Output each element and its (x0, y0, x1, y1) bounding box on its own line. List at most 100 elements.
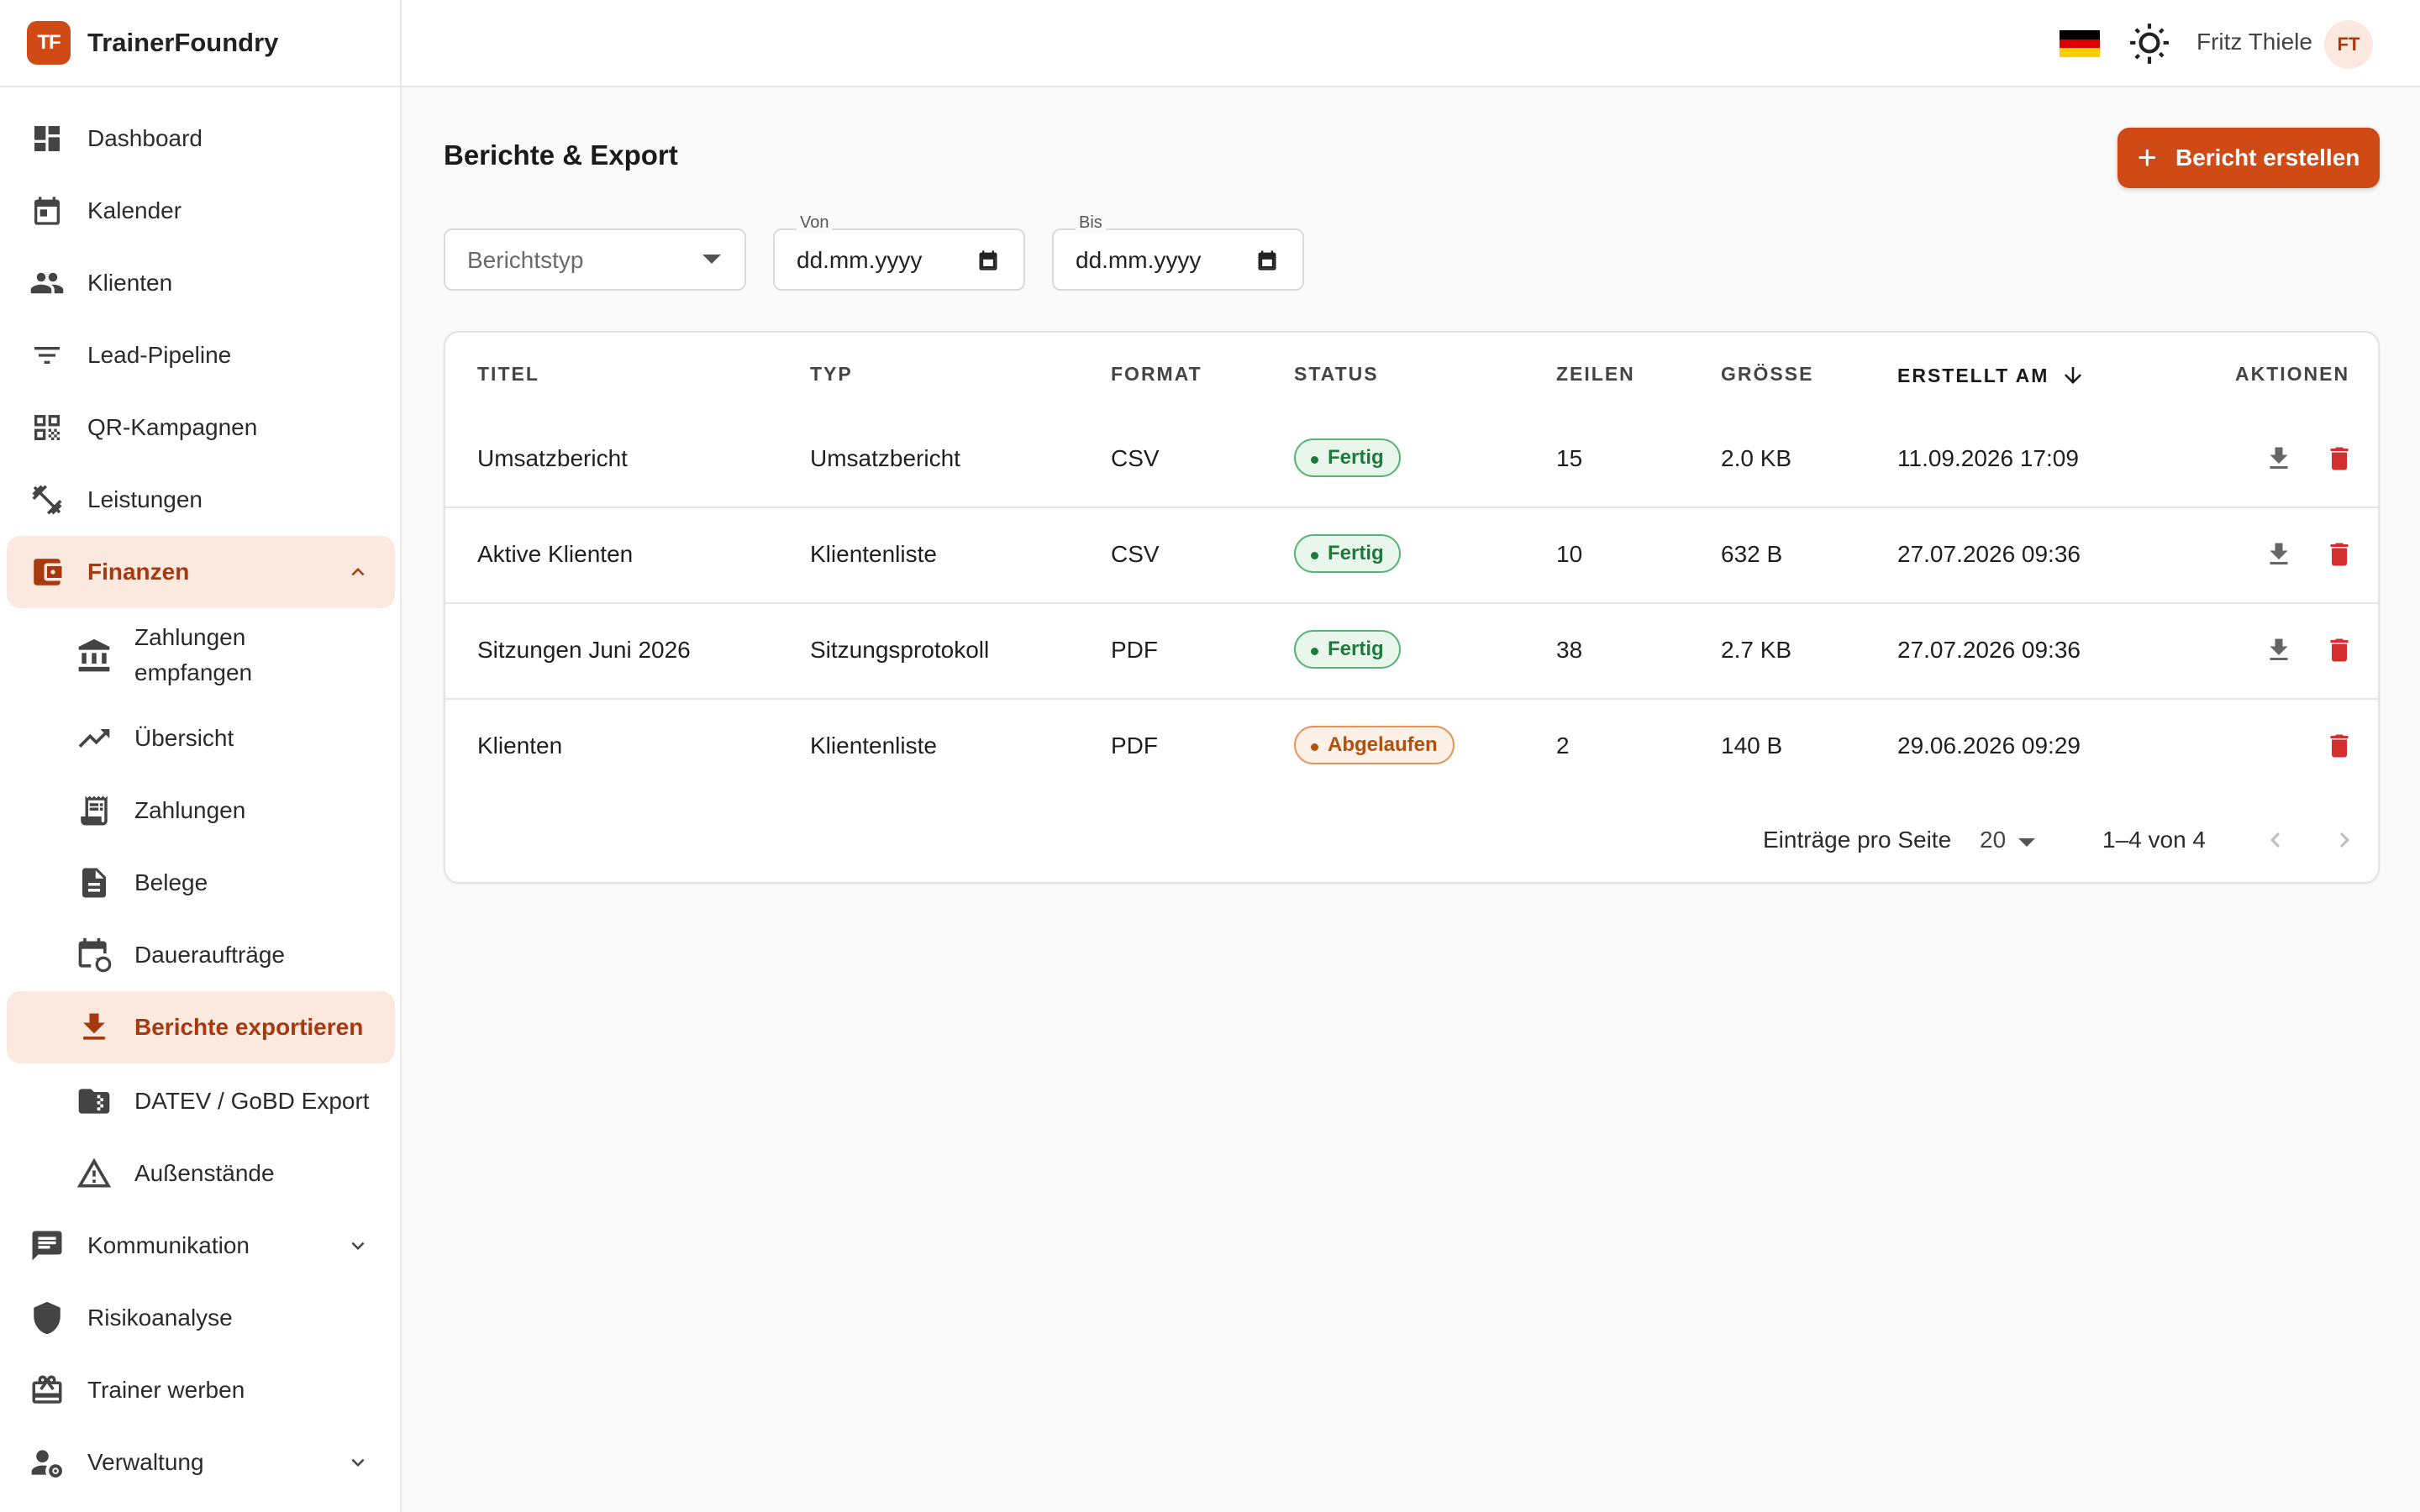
qr-code-icon (29, 409, 66, 446)
sidebar-subitem-berichte-exportieren[interactable]: Berichte exportieren (7, 991, 395, 1063)
gift-icon (29, 1372, 66, 1409)
people-icon (29, 265, 66, 302)
status-badge: Fertig (1294, 438, 1401, 477)
sidebar-item-lead-pipeline[interactable]: Lead-Pipeline (7, 319, 395, 391)
sidebar-item-trainer-werben[interactable]: Trainer werben (7, 1354, 395, 1426)
cell-size: 140 B (1721, 732, 1783, 759)
delete-icon[interactable] (2323, 729, 2356, 763)
cell-created: 29.06.2026 09:29 (1897, 732, 2081, 759)
next-page-button[interactable] (2321, 816, 2368, 864)
theme-toggle-button[interactable] (2126, 20, 2173, 67)
status-badge: Fertig (1294, 534, 1401, 573)
cell-rows: 38 (1556, 637, 1583, 663)
rows-per-page-label: Einträge pro Seite (1763, 827, 1952, 853)
from-date-value: dd.mm.yyyy (797, 247, 923, 273)
delete-icon[interactable] (2323, 442, 2356, 475)
table-row[interactable]: Sitzungen Juni 2026 Sitzungsprotokoll PD… (445, 605, 2378, 700)
chevron-right-icon (2339, 832, 2349, 848)
to-date-field[interactable]: Bis dd.mm.yyyy (1052, 213, 1304, 291)
sidebar-subitem-aussenstaende[interactable]: Außenstände (7, 1137, 395, 1210)
delete-icon[interactable] (2323, 633, 2356, 667)
sidebar-item-kommunikation[interactable]: Kommunikation (7, 1210, 395, 1282)
sidebar-item-label: Übersicht (134, 725, 234, 751)
table-row[interactable]: Klienten Klientenliste PDF Abgelaufen 2 … (445, 701, 2378, 795)
sidebar-item-klienten[interactable]: Klienten (7, 247, 395, 319)
sidebar-item-verwaltung[interactable]: Verwaltung (7, 1426, 395, 1499)
sidebar-subitem-zahlungen-empfangen[interactable]: Zahlungen empfangen (7, 610, 395, 702)
cell-type: Klientenliste (810, 541, 937, 567)
sidebar-item-label: Außenstände (134, 1160, 275, 1186)
sidebar-item-label: Verwaltung (87, 1449, 204, 1475)
page-title: Berichte & Export (444, 139, 678, 171)
rows-per-page-value: 20 (1980, 827, 2007, 853)
avatar[interactable]: FT (2324, 20, 2373, 69)
previous-page-button[interactable] (2252, 816, 2299, 864)
sidebar-item-risikoanalyse[interactable]: Risikoanalyse (7, 1282, 395, 1354)
chat-icon (29, 1227, 66, 1264)
column-header-zeilen[interactable]: ZEILEN (1556, 363, 1635, 386)
sidebar-subitem-uebersicht[interactable]: Übersicht (7, 702, 395, 774)
column-header-status[interactable]: STATUS (1294, 363, 1379, 386)
sidebar-item-kalender[interactable]: Kalender (7, 175, 395, 247)
to-date-label: Bis (1076, 213, 1106, 233)
bank-icon (76, 638, 113, 675)
dropdown-caret-icon (2018, 838, 2035, 847)
sidebar-item-label: Finanzen (87, 559, 190, 585)
sidebar-item-leistungen[interactable]: Leistungen (7, 464, 395, 536)
chevron-down-icon (345, 1449, 371, 1476)
table-row[interactable]: Aktive Klienten Klientenliste CSV Fertig… (445, 509, 2378, 604)
cell-format: PDF (1111, 637, 1158, 663)
delete-icon[interactable] (2323, 538, 2356, 571)
column-header-aktionen: AKTIONEN (2235, 363, 2350, 385)
calendar-icon (29, 192, 66, 229)
brand-name: TrainerFoundry (87, 28, 279, 57)
from-date-field[interactable]: Von dd.mm.yyyy (773, 213, 1025, 291)
column-header-format[interactable]: FORMAT (1111, 363, 1202, 386)
download-icon[interactable] (2262, 633, 2296, 667)
column-header-groesse[interactable]: GRÖSSE (1721, 363, 1813, 386)
flag-de-icon[interactable] (2060, 30, 2100, 58)
reports-table: TITEL TYP FORMAT STATUS ZEILEN GRÖSSE ER… (444, 331, 2380, 884)
column-header-erstellt-am[interactable]: ERSTELLT AM (1897, 363, 2086, 388)
cell-title: Klienten (477, 732, 563, 759)
user-name[interactable]: Fritz Thiele (2196, 29, 2312, 55)
download-icon[interactable] (2262, 442, 2296, 475)
sidebar-item-label: DATEV / GoBD Export (134, 1088, 370, 1114)
table-row[interactable]: Umsatzbericht Umsatzbericht CSV Fertig 1… (445, 413, 2378, 508)
dropdown-caret-icon (702, 255, 721, 264)
sidebar: TF TrainerFoundry Dashboard Kalender Kli… (0, 0, 402, 1512)
rows-per-page-select[interactable]: 20 (1980, 818, 2055, 858)
calendar-icon[interactable] (976, 249, 1000, 272)
shield-icon (29, 1299, 66, 1336)
column-header-typ[interactable]: TYP (810, 363, 853, 386)
cell-created: 27.07.2026 09:36 (1897, 541, 2081, 567)
sidebar-item-dashboard[interactable]: Dashboard (7, 102, 395, 175)
sidebar-subitem-datev-export[interactable]: DATEV / GoBD Export (7, 1065, 395, 1137)
cell-format: CSV (1111, 541, 1160, 567)
download-icon[interactable] (2262, 538, 2296, 571)
sidebar-item-label: QR-Kampagnen (87, 414, 258, 440)
sidebar-item-qr-kampagnen[interactable]: QR-Kampagnen (7, 391, 395, 464)
document-icon (76, 864, 113, 901)
sidebar-item-label: Berichte exportieren (134, 1014, 364, 1040)
column-header-label: ERSTELLT AM (1897, 364, 2049, 386)
cell-size: 632 B (1721, 541, 1783, 567)
sidebar-subitem-dauerauftraege[interactable]: Daueraufträge (7, 919, 395, 991)
sidebar-subitem-belege[interactable]: Belege (7, 847, 395, 919)
sidebar-item-label: Trainer werben (87, 1377, 245, 1403)
cell-title: Sitzungen Juni 2026 (477, 637, 691, 663)
brand[interactable]: TF TrainerFoundry (0, 0, 400, 87)
cell-format: CSV (1111, 445, 1160, 471)
dumbbell-icon (29, 481, 66, 518)
sidebar-item-finanzen[interactable]: Finanzen (7, 536, 395, 608)
sidebar-item-label-line2: empfangen (134, 659, 253, 685)
sidebar-item-label: Belege (134, 869, 208, 895)
column-header-titel[interactable]: TITEL (477, 363, 539, 386)
calendar-icon[interactable] (1255, 249, 1279, 272)
sidebar-subitem-zahlungen[interactable]: Zahlungen (7, 774, 395, 847)
create-report-button[interactable]: + Bericht erstellen (2118, 128, 2380, 188)
sidebar-item-label: Lead-Pipeline (87, 342, 232, 368)
report-type-select[interactable]: Berichtstyp (444, 228, 746, 291)
from-date-label: Von (797, 213, 833, 233)
cell-rows: 10 (1556, 541, 1583, 567)
